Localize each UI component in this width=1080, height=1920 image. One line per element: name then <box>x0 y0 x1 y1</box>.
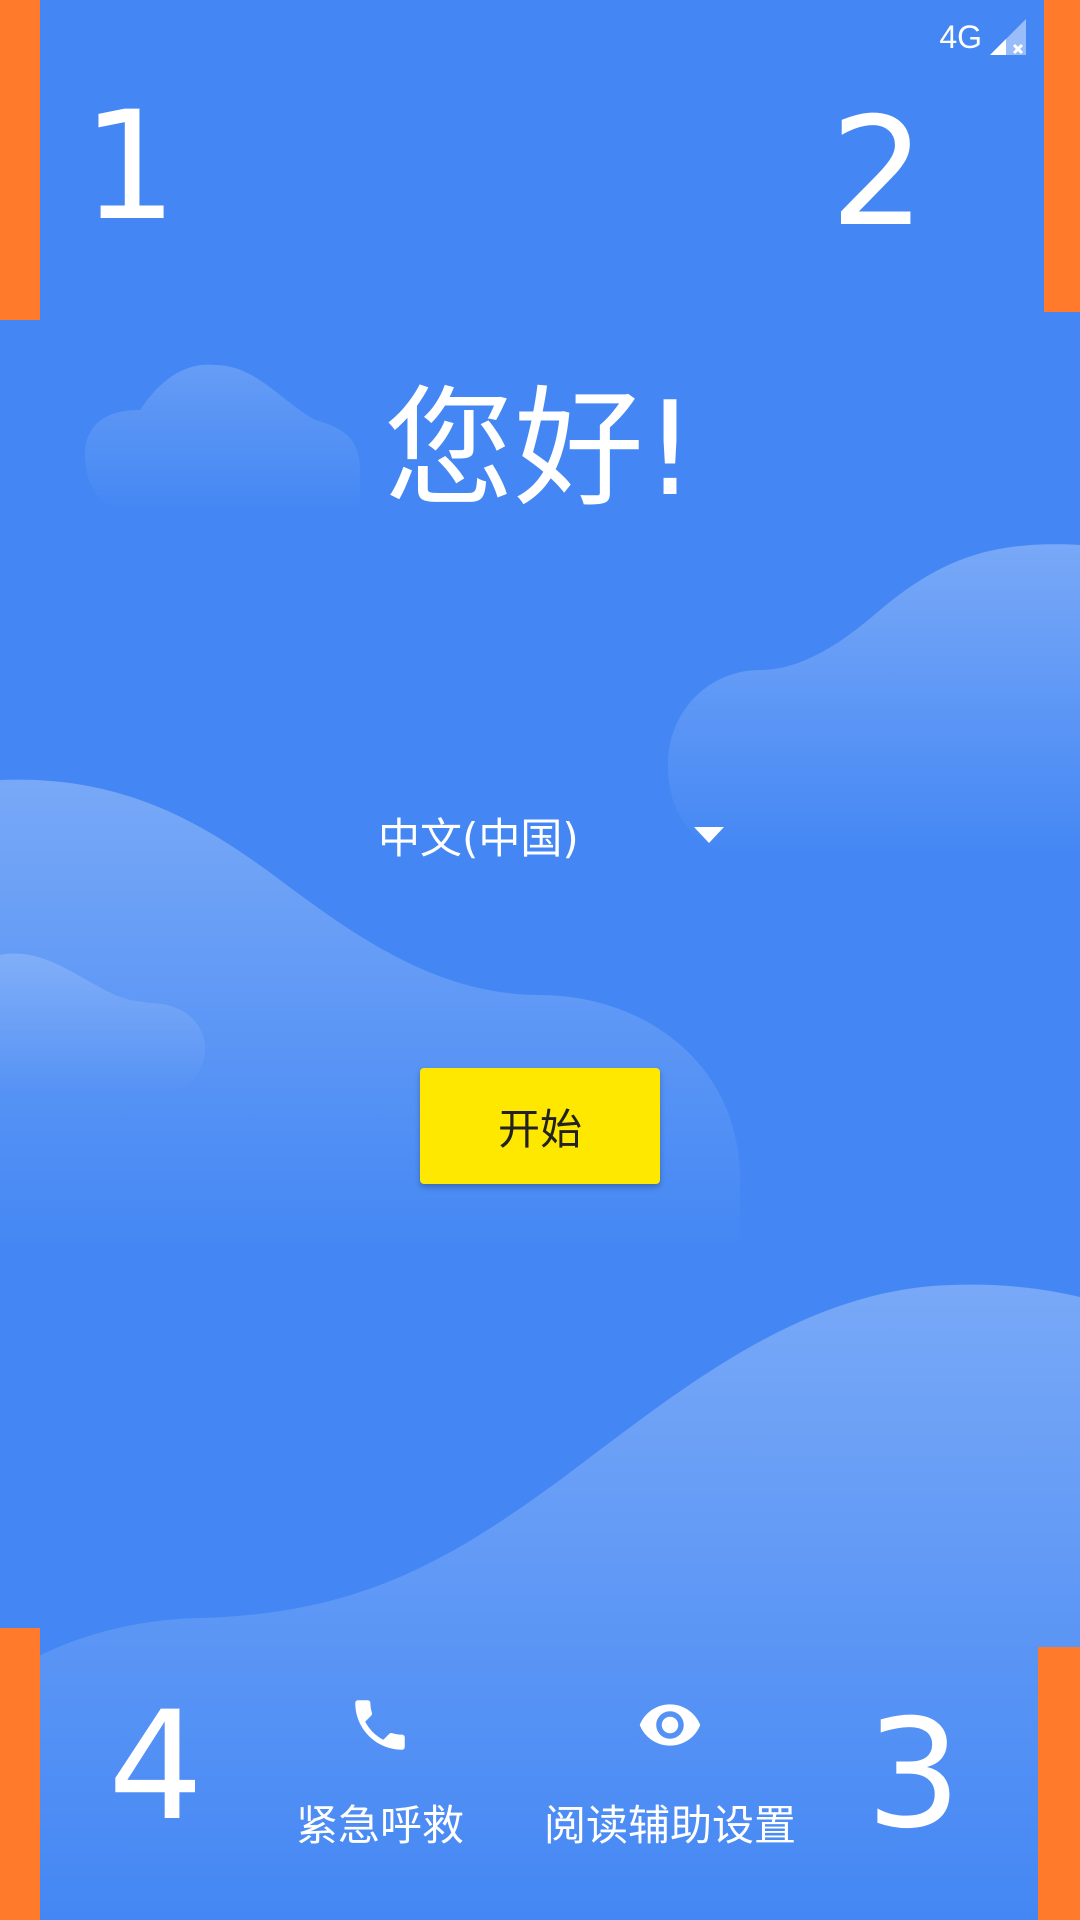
accessibility-settings-button[interactable]: 阅读辅助设置 <box>540 1692 800 1853</box>
language-selected-value: 中文(中国) <box>378 813 579 863</box>
welcome-greeting: 您好! <box>383 373 697 525</box>
corner-number-4: 4 <box>108 1680 204 1854</box>
corner-marker-bottom-right <box>1038 1647 1080 1920</box>
dropdown-arrow-icon <box>694 827 724 843</box>
language-dropdown[interactable]: 中文(中国) <box>378 800 738 870</box>
corner-marker-top-left <box>0 0 40 320</box>
eye-icon <box>639 1704 701 1746</box>
corner-marker-top-right <box>1044 0 1080 312</box>
emergency-call-button[interactable]: 紧急呼救 <box>280 1692 480 1853</box>
emergency-call-label: 紧急呼救 <box>295 1801 464 1850</box>
corner-number-2: 2 <box>830 86 926 260</box>
corner-number-1: 1 <box>82 80 178 254</box>
cloud-background <box>0 364 1080 1920</box>
accessibility-settings-label: 阅读辅助设置 <box>543 1801 796 1850</box>
corner-number-3: 3 <box>866 1688 962 1862</box>
phone-icon <box>355 1700 405 1750</box>
network-type-label: 4G <box>939 18 982 55</box>
signal-no-service-icon <box>990 19 1026 55</box>
corner-marker-bottom-left <box>0 1628 40 1920</box>
start-button[interactable]: 开始 <box>420 1068 660 1184</box>
